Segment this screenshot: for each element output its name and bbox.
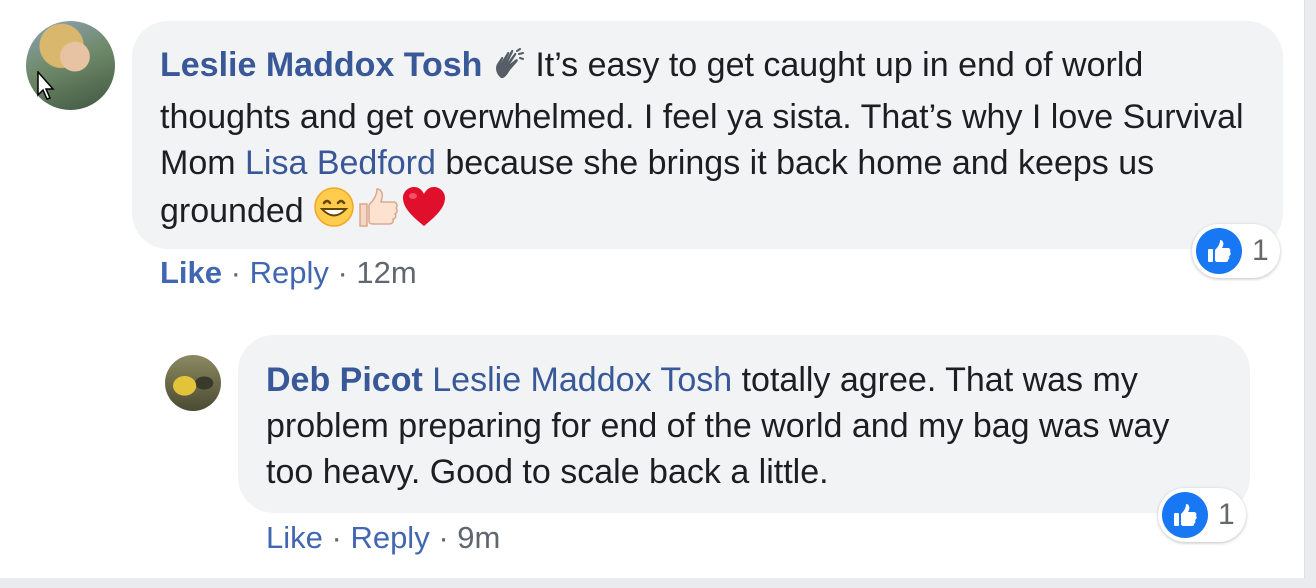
timestamp[interactable]: 12m <box>356 255 416 290</box>
separator: · <box>328 255 357 290</box>
comment-actions: Like · Reply · 12m <box>160 255 417 291</box>
reaction-count: 1 <box>1218 498 1235 531</box>
mention-link[interactable]: Leslie Maddox Tosh <box>432 361 732 399</box>
like-reaction-icon <box>1196 228 1242 274</box>
page-bottom-edge <box>0 578 1316 588</box>
comment-author[interactable]: Leslie Maddox Tosh <box>160 46 482 84</box>
mouse-cursor-icon <box>37 71 55 100</box>
mention-link[interactable]: Lisa Bedford <box>245 144 436 182</box>
heart-icon <box>401 186 447 240</box>
comment-bubble: Leslie Maddox Tosh It’s easy to get caug… <box>132 21 1283 249</box>
waving-hand-icon <box>492 48 526 94</box>
comment-bubble: Deb Picot Leslie Maddox Tosh totally agr… <box>238 335 1250 513</box>
reaction-count: 1 <box>1252 234 1269 267</box>
separator: · <box>429 520 458 555</box>
thumbs-up-icon <box>355 186 401 240</box>
reaction-summary[interactable]: 1 <box>1192 224 1280 278</box>
reply-link[interactable]: Reply <box>350 520 429 555</box>
like-reaction-icon <box>1162 492 1208 538</box>
comment-actions: Like · Reply · 9m <box>266 520 500 556</box>
timestamp[interactable]: 9m <box>457 520 500 555</box>
reaction-summary[interactable]: 1 <box>1158 488 1246 542</box>
reply-link[interactable]: Reply <box>250 255 329 290</box>
like-link[interactable]: Like <box>160 255 222 290</box>
grinning-face-icon <box>313 186 355 240</box>
like-link[interactable]: Like <box>266 520 323 555</box>
separator: · <box>222 255 250 290</box>
avatar[interactable] <box>165 355 221 411</box>
comment-author[interactable]: Deb Picot <box>266 361 423 399</box>
page-scrollbar-track[interactable] <box>1304 0 1316 588</box>
separator: · <box>322 520 351 555</box>
